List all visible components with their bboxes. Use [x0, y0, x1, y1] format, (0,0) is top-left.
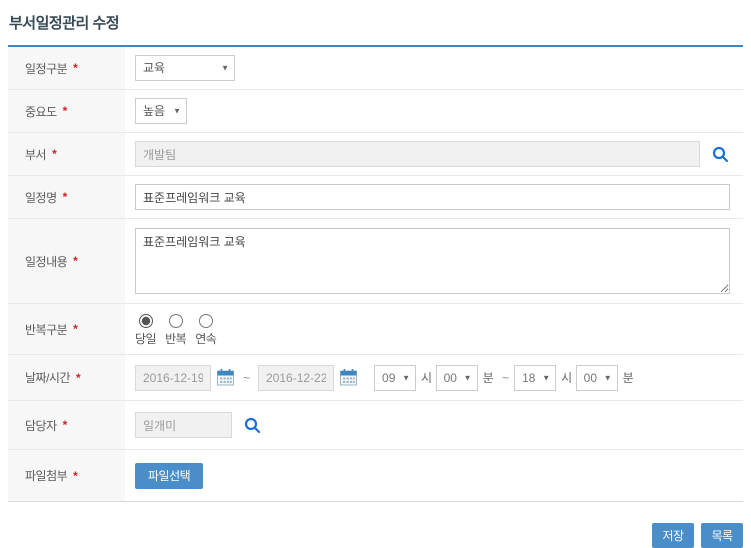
department-search-button[interactable]: [712, 146, 729, 163]
repeat-option-same-day[interactable]: 당일: [135, 314, 156, 347]
row-attachment: 파일첨부 * 파일선택: [8, 450, 743, 501]
importance-select[interactable]: 높음: [135, 98, 187, 124]
end-date-calendar-button[interactable]: [339, 368, 358, 387]
repeat-option-continuous[interactable]: 연속: [195, 314, 216, 347]
row-department: 부서 *: [8, 133, 743, 176]
minute-unit-label: 분: [623, 369, 634, 386]
schedule-content-label: 일정내용 *: [8, 219, 125, 303]
date-range-separator: ~: [243, 371, 250, 385]
manager-search-button[interactable]: [244, 417, 261, 434]
datetime-label: 날짜/시간 *: [8, 355, 125, 400]
hour-unit-label: 시: [561, 369, 572, 386]
required-mark: *: [76, 371, 80, 385]
save-button[interactable]: 저장: [652, 523, 694, 548]
attachment-label: 파일첨부 *: [8, 450, 125, 501]
minute-unit-label: 분: [483, 369, 494, 386]
required-mark: *: [73, 469, 77, 483]
row-schedule-name: 일정명 *: [8, 176, 743, 219]
start-minute-select[interactable]: 00: [436, 365, 478, 391]
repeat-radio-repeat[interactable]: [169, 314, 183, 328]
search-icon: [712, 146, 729, 163]
start-date-input[interactable]: [135, 365, 211, 391]
required-mark: *: [52, 147, 56, 161]
row-schedule-content: 일정내용 * 표준프레임워크 교육: [8, 219, 743, 304]
required-mark: *: [63, 418, 67, 432]
repeat-radio-continuous[interactable]: [199, 314, 213, 328]
required-mark: *: [73, 61, 77, 75]
calendar-icon: [339, 368, 358, 387]
manager-label: 담당자 *: [8, 401, 125, 449]
required-mark: *: [73, 322, 77, 336]
time-range-separator: ~: [502, 371, 509, 385]
row-datetime: 날짜/시간 * ~: [8, 355, 743, 401]
end-hour-select[interactable]: 18: [514, 365, 556, 391]
hour-unit-label: 시: [421, 369, 432, 386]
time-range-group: 09 ▼ 시 00 ▼ 분 ~ 18: [374, 365, 637, 391]
importance-label: 중요도 *: [8, 90, 125, 132]
row-importance: 중요도 * 높음 ▼: [8, 90, 743, 133]
department-input[interactable]: [135, 141, 700, 167]
file-select-button[interactable]: 파일선택: [135, 463, 203, 489]
schedule-type-label: 일정구분 *: [8, 47, 125, 89]
schedule-type-select[interactable]: 교육: [135, 55, 235, 81]
schedule-edit-form: 일정구분 * 교육 ▼ 중요도 * 높음: [8, 45, 743, 502]
end-date-input[interactable]: [258, 365, 334, 391]
repeat-type-radio-group: 당일 반복 연속: [135, 312, 216, 347]
required-mark: *: [73, 254, 77, 268]
required-mark: *: [63, 190, 67, 204]
list-button[interactable]: 목록: [701, 523, 743, 548]
repeat-radio-same-day[interactable]: [139, 314, 153, 328]
row-schedule-type: 일정구분 * 교육 ▼: [8, 47, 743, 90]
schedule-name-label: 일정명 *: [8, 176, 125, 218]
row-repeat-type: 반복구분 * 당일 반복 연속: [8, 304, 743, 355]
repeat-type-label: 반복구분 *: [8, 304, 125, 354]
row-manager: 담당자 *: [8, 401, 743, 450]
required-mark: *: [63, 104, 67, 118]
page-container: 부서일정관리 수정 일정구분 * 교육 ▼ 중요도 *: [0, 0, 751, 548]
page-title: 부서일정관리 수정: [8, 10, 743, 45]
start-hour-select[interactable]: 09: [374, 365, 416, 391]
start-date-calendar-button[interactable]: [216, 368, 235, 387]
calendar-icon: [216, 368, 235, 387]
footer-actions: 저장 목록: [8, 523, 743, 548]
schedule-name-input[interactable]: [135, 184, 730, 210]
end-minute-select[interactable]: 00: [576, 365, 618, 391]
search-icon: [244, 417, 261, 434]
department-label: 부서 *: [8, 133, 125, 175]
manager-input[interactable]: [135, 412, 232, 438]
repeat-option-repeat[interactable]: 반복: [165, 314, 186, 347]
schedule-content-textarea[interactable]: 표준프레임워크 교육: [135, 228, 730, 294]
